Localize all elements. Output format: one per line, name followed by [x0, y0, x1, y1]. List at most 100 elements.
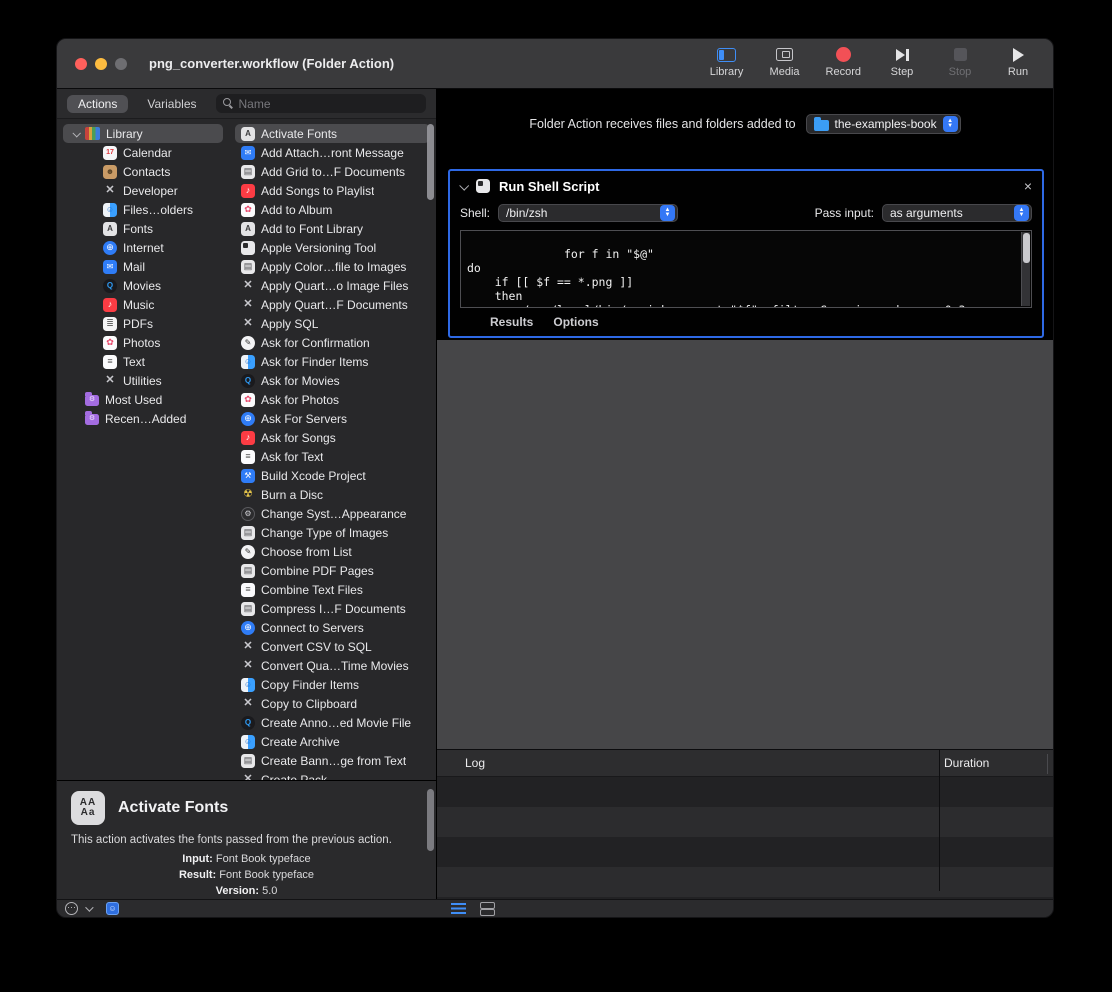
toolbar-button-stop[interactable]: Stop	[943, 47, 977, 78]
tab-actions[interactable]: Actions	[67, 95, 128, 113]
action-item-apply-color-file-to-images[interactable]: Apply Color…file to Images	[235, 257, 430, 276]
search-input[interactable]	[239, 97, 420, 111]
action-item-create-anno-ed-movie-file[interactable]: Create Anno…ed Movie File	[235, 713, 430, 732]
sidebar-item-contacts[interactable]: Contacts	[63, 162, 223, 181]
chevron-down-icon[interactable]	[85, 903, 93, 911]
sidebar-item-fonts[interactable]: Fonts	[63, 219, 223, 238]
shell-dropdown[interactable]: /bin/zsh	[498, 204, 678, 222]
sidebar-item-developer[interactable]: Developer	[63, 181, 223, 200]
sidebar-item-most-used[interactable]: Most Used	[63, 390, 223, 409]
fontbook-icon	[241, 222, 255, 236]
action-item-activate-fonts[interactable]: Activate Fonts	[235, 124, 430, 143]
watched-folder-dropdown[interactable]: the-examples-book	[806, 114, 961, 134]
libbooks-icon	[85, 127, 100, 140]
xcode-icon	[241, 469, 255, 483]
action-item-ask-for-photos[interactable]: Ask for Photos	[235, 390, 430, 409]
close-action-button[interactable]: ×	[1024, 179, 1032, 193]
toolbar-button-label: Stop	[949, 66, 972, 78]
toolbar-button-label: Library	[710, 66, 744, 78]
action-list-scrollbar[interactable]	[427, 124, 434, 200]
action-item-connect-to-servers[interactable]: Connect to Servers	[235, 618, 430, 637]
action-item-create-bann-ge-from-text[interactable]: Create Bann…ge from Text	[235, 751, 430, 770]
log-panel: Log Duration	[437, 749, 1053, 899]
code-scrollbar-thumb[interactable]	[1023, 233, 1030, 263]
action-item-ask-for-confirmation[interactable]: Ask for Confirmation	[235, 333, 430, 352]
sidebar-item-photos[interactable]: Photos	[63, 333, 223, 352]
action-item-combine-text-files[interactable]: Combine Text Files	[235, 580, 430, 599]
tab-variables[interactable]: Variables	[136, 95, 207, 113]
run-shell-script-block[interactable]: Run Shell Script × Shell: /bin/zsh Pass …	[448, 169, 1044, 338]
action-item-combine-pdf-pages[interactable]: Combine PDF Pages	[235, 561, 430, 580]
action-item-choose-from-list[interactable]: Choose from List	[235, 542, 430, 561]
action-item-change-type-of-images[interactable]: Change Type of Images	[235, 523, 430, 542]
sidebar-item-mail[interactable]: Mail	[63, 257, 223, 276]
action-item-create-pack[interactable]: Create Pack…	[235, 770, 430, 780]
stack-view-icon[interactable]	[480, 902, 495, 916]
close-window-button[interactable]	[75, 58, 87, 70]
action-item-apple-versioning-tool[interactable]: Apple Versioning Tool	[235, 238, 430, 257]
sidebar-item-files-olders[interactable]: Files…olders	[63, 200, 223, 219]
action-item-add-to-album[interactable]: Add to Album	[235, 200, 430, 219]
action-item-add-grid-to-f-documents[interactable]: Add Grid to…F Documents	[235, 162, 430, 181]
sidebar-item-recen-added[interactable]: Recen…Added	[63, 409, 223, 428]
burn-icon	[241, 488, 255, 502]
disclosure-chevron-icon[interactable]	[72, 129, 80, 137]
action-item-compress-i-f-documents[interactable]: Compress I…F Documents	[235, 599, 430, 618]
action-item-copy-finder-items[interactable]: Copy Finder Items	[235, 675, 430, 694]
action-item-add-to-font-library[interactable]: Add to Font Library	[235, 219, 430, 238]
media-browser-icon[interactable]	[106, 902, 119, 915]
description-scrollbar[interactable]	[427, 789, 434, 851]
action-item-convert-qua-time-movies[interactable]: Convert Qua…Time Movies	[235, 656, 430, 675]
utilities-icon	[241, 279, 255, 293]
toolbar-button-record[interactable]: Record	[826, 47, 861, 78]
status-bar	[57, 899, 1053, 917]
toolbar-button-library[interactable]: Library	[710, 47, 744, 78]
action-item-ask-for-servers[interactable]: Ask For Servers	[235, 409, 430, 428]
sidebar-root-library[interactable]: Library	[63, 124, 223, 143]
sidebar-item-pdfs[interactable]: PDFs	[63, 314, 223, 333]
preview-icon	[241, 564, 255, 578]
mail-icon	[103, 260, 117, 274]
action-item-copy-to-clipboard[interactable]: Copy to Clipboard	[235, 694, 430, 713]
action-item-apply-quart-f-documents[interactable]: Apply Quart…F Documents	[235, 295, 430, 314]
shell-footer-tab-options[interactable]: Options	[553, 315, 598, 329]
zoom-window-button[interactable]	[115, 58, 127, 70]
action-item-build-xcode-project[interactable]: Build Xcode Project	[235, 466, 430, 485]
shell-script-editor[interactable]: for f in "$@" do if [[ $f == *.png ]] th…	[460, 230, 1032, 308]
search-field[interactable]	[216, 94, 427, 113]
action-item-ask-for-finder-items[interactable]: Ask for Finder Items	[235, 352, 430, 371]
sidebar-item-calendar[interactable]: Calendar	[63, 143, 223, 162]
action-item-convert-csv-to-sql[interactable]: Convert CSV to SQL	[235, 637, 430, 656]
quicktime-icon	[103, 279, 117, 293]
action-item-add-attach-ront-message[interactable]: Add Attach…ront Message	[235, 143, 430, 162]
more-options-icon[interactable]	[65, 902, 78, 915]
sidebar-item-utilities[interactable]: Utilities	[63, 371, 223, 390]
action-item-apply-sql[interactable]: Apply SQL	[235, 314, 430, 333]
search-icon	[223, 98, 234, 109]
sidebar-item-movies[interactable]: Movies	[63, 276, 223, 295]
preview-icon	[241, 602, 255, 616]
toolbar-button-media[interactable]: Media	[768, 47, 802, 78]
action-item-change-syst-appearance[interactable]: Change Syst…Appearance	[235, 504, 430, 523]
shell-footer-tab-results[interactable]: Results	[490, 315, 533, 329]
action-item-create-archive[interactable]: Create Archive	[235, 732, 430, 751]
action-item-add-songs-to-playlist[interactable]: Add Songs to Playlist	[235, 181, 430, 200]
action-item-ask-for-movies[interactable]: Ask for Movies	[235, 371, 430, 390]
toolbar-button-run[interactable]: Run	[1001, 47, 1035, 78]
pass-input-dropdown[interactable]: as arguments	[882, 204, 1032, 222]
toolbar-button-step[interactable]: Step	[885, 47, 919, 78]
action-item-ask-for-text[interactable]: Ask for Text	[235, 447, 430, 466]
preview-icon	[241, 165, 255, 179]
sidebar-item-internet[interactable]: Internet	[63, 238, 223, 257]
sidebar-item-text[interactable]: Text	[63, 352, 223, 371]
globe-icon	[241, 621, 255, 635]
minimize-window-button[interactable]	[95, 58, 107, 70]
list-view-icon[interactable]	[451, 903, 466, 914]
action-item-ask-for-songs[interactable]: Ask for Songs	[235, 428, 430, 447]
sidebar-item-music[interactable]: Music	[63, 295, 223, 314]
photos-icon	[103, 336, 117, 350]
collapse-chevron-icon[interactable]	[459, 180, 469, 190]
action-item-apply-quart-o-image-files[interactable]: Apply Quart…o Image Files	[235, 276, 430, 295]
log-column-divider[interactable]	[939, 750, 940, 778]
action-item-burn-a-disc[interactable]: Burn a Disc	[235, 485, 430, 504]
